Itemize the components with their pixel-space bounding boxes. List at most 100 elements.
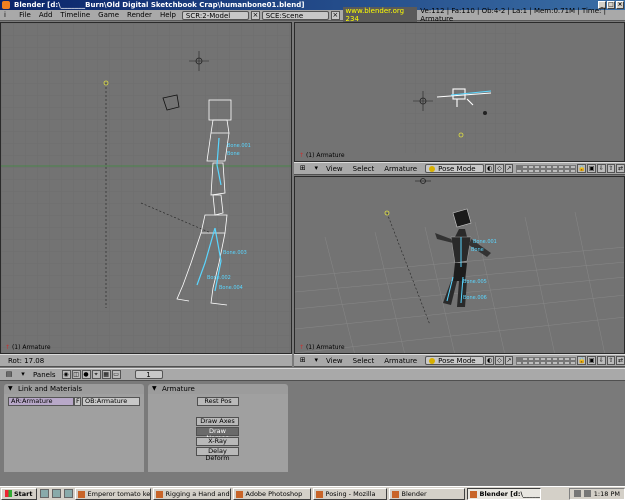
pivot-icon[interactable]: ◇ — [495, 164, 504, 173]
pose-mode-icon — [429, 165, 436, 172]
object-icon[interactable]: ⌖ — [91, 370, 101, 379]
armature-data-field[interactable]: AR:Armature — [8, 397, 74, 406]
buttons-editor-icon[interactable]: ▤ — [4, 370, 14, 379]
draw-axes-toggle[interactable]: Draw Axes — [196, 417, 239, 426]
photoshop-icon — [235, 490, 243, 498]
menu-select-br[interactable]: Select — [348, 357, 380, 365]
menu-render[interactable]: Render — [123, 11, 156, 19]
link-materials-panel-header[interactable]: ▼ Link and Materials — [4, 384, 144, 394]
menu-timeline[interactable]: Timeline — [56, 11, 94, 19]
blender-url[interactable]: www.blender.org 234 — [342, 7, 418, 23]
mode-selector[interactable]: Pose Mode — [425, 164, 485, 173]
mode-selector-br[interactable]: Pose Mode — [425, 356, 485, 365]
menu-select[interactable]: Select — [348, 165, 380, 173]
draw-type-icon-br[interactable]: ◐ — [485, 356, 495, 365]
task-photoshop[interactable]: Adobe Photoshop — [232, 487, 311, 500]
bone-label-persp-3: Bone.005 — [463, 279, 487, 285]
taskbar: Start Emperor tomato ketchup Rigging a H… — [0, 486, 625, 500]
menu-armature[interactable]: Armature — [379, 165, 422, 173]
viewport-bottom-right[interactable]: Bone.001 Bone Bone.005 Bone.006 ↑ (1) Ar… — [294, 176, 625, 354]
shading-icon[interactable]: ● — [81, 370, 91, 379]
viewport-left-canvas[interactable]: Bone.001 Bone Bone.003 Bone.002 Bone.004 — [1, 23, 292, 354]
scene-icon[interactable]: ▭ — [111, 370, 121, 379]
collapse-triangle-icon[interactable]: ▼ — [8, 384, 13, 394]
fake-user-button[interactable]: F — [74, 397, 81, 406]
task-winamp[interactable]: Emperor tomato ketchup — [74, 487, 151, 500]
menu-game[interactable]: Game — [94, 11, 123, 19]
frame-field[interactable]: 1 — [134, 370, 163, 379]
paste-pose-icon-br[interactable]: ⇧ — [606, 356, 616, 365]
paste-pose-icon[interactable]: ⇧ — [606, 164, 616, 173]
task-blender[interactable]: Blender — [388, 487, 465, 500]
mozilla-icon — [315, 490, 323, 498]
rest-pos-button[interactable]: Rest Pos — [197, 397, 239, 406]
copy-pose-icon[interactable]: ⇩ — [597, 164, 606, 173]
draw-type-icon[interactable]: ◐ — [485, 164, 495, 173]
viewport-top-right-canvas[interactable] — [295, 23, 625, 162]
object-name-value: OB:Armature — [85, 397, 128, 405]
menu-view-br[interactable]: View — [321, 357, 348, 365]
screen-delete-icon[interactable]: × — [251, 10, 260, 20]
menu-help[interactable]: Help — [156, 11, 180, 19]
menu-view[interactable]: View — [321, 165, 348, 173]
menu-file[interactable]: File — [15, 11, 35, 19]
lock-icon-br[interactable]: 🔒 — [577, 356, 587, 365]
tray-volume-icon[interactable] — [583, 490, 591, 497]
collapse-triangle-icon-2[interactable]: ▼ — [152, 384, 157, 394]
axis-gizmo-icon-tr: ↑ — [299, 152, 305, 159]
object-name-field[interactable]: OB:Armature — [82, 397, 140, 406]
view3d-editor-icon[interactable]: ⊞ — [298, 164, 308, 173]
task-browser-rigging[interactable]: Rigging a Hand and a Foo... — [152, 487, 231, 500]
manipulator-icon-br[interactable]: ↗ — [504, 356, 514, 365]
draw-names-toggle[interactable]: Draw Names — [196, 427, 239, 442]
delay-deform-toggle[interactable]: Delay Deform — [196, 447, 239, 462]
task-mozilla[interactable]: Posing - Mozilla — [312, 487, 387, 500]
pivot-icon-br[interactable]: ◇ — [495, 356, 504, 365]
show-desktop-icon[interactable] — [39, 489, 49, 498]
scene-delete-icon[interactable]: × — [331, 10, 340, 20]
editing-icon[interactable]: ▦ — [101, 370, 111, 379]
render-icon[interactable]: ▣ — [587, 164, 597, 173]
viewport-top-right[interactable]: ↑ (1) Armature — [294, 22, 625, 162]
bone-label-persp-4: Bone.006 — [463, 295, 487, 301]
bone-label-3: Bone.003 — [223, 250, 247, 256]
app-launch-icon[interactable] — [63, 489, 73, 498]
lock-icon[interactable]: 🔒 — [577, 164, 587, 173]
menu-armature-br[interactable]: Armature — [379, 357, 422, 365]
copy-pose-icon-br[interactable]: ⇩ — [597, 356, 606, 365]
screen-selector[interactable]: SCR:2-Model — [181, 10, 250, 20]
paste-flip-icon[interactable]: ⇄ — [616, 164, 625, 173]
xray-toggle[interactable]: X-Ray — [196, 437, 239, 446]
task-label-3: Adobe Photoshop — [245, 489, 303, 498]
viewport-left[interactable]: Bone.001 Bone Bone.003 Bone.002 Bone.004… — [0, 22, 292, 354]
browser-launch-icon[interactable] — [51, 489, 61, 498]
paste-flip-icon-br[interactable]: ⇄ — [616, 356, 625, 365]
blender-active-icon — [469, 490, 477, 498]
task-label-2: Rigging a Hand and a Foo... — [165, 489, 230, 498]
view3d-editor-icon-br[interactable]: ⊞ — [298, 356, 308, 365]
scene-selector[interactable]: SCE:Scene — [261, 10, 330, 20]
start-button[interactable]: Start — [1, 487, 37, 500]
manipulator-icon[interactable]: ↗ — [504, 164, 514, 173]
task-blender-active[interactable]: Blender [d:\_______Bu... — [466, 487, 541, 500]
logic-icon[interactable]: ◉ — [61, 370, 71, 379]
chevron-down-icon-btn[interactable]: ▾ — [18, 370, 28, 379]
mode-label: Pose Mode — [438, 164, 476, 173]
viewport-left-status: Rot: 17.08 — [0, 354, 292, 367]
menu-add[interactable]: Add — [35, 11, 57, 19]
scene-stats: Ve:112 | Fa:110 | Ob:4-2 | La:1 | Mem:0.… — [420, 7, 606, 23]
panels-menu[interactable]: Panels — [28, 371, 61, 379]
chevron-down-icon[interactable]: ▾ — [312, 164, 322, 173]
info-menu-icon[interactable]: i ▾ — [0, 10, 15, 29]
tray-network-icon[interactable] — [573, 490, 581, 497]
armature-panel-header[interactable]: ▼ Armature — [148, 384, 288, 394]
viewport-bottom-right-canvas[interactable]: Bone.001 Bone Bone.005 Bone.006 — [295, 177, 625, 354]
task-label-1: Emperor tomato ketchup — [87, 489, 151, 498]
chevron-down-icon-br[interactable]: ▾ — [312, 356, 322, 365]
viewport-left-label: (1) Armature — [11, 344, 51, 351]
layer-buttons[interactable] — [516, 164, 577, 173]
script-icon[interactable]: ◫ — [71, 370, 81, 379]
render-icon-br[interactable]: ▣ — [587, 356, 597, 365]
layer-buttons-br[interactable] — [516, 356, 577, 365]
clock: 1:18 PM — [593, 489, 620, 498]
